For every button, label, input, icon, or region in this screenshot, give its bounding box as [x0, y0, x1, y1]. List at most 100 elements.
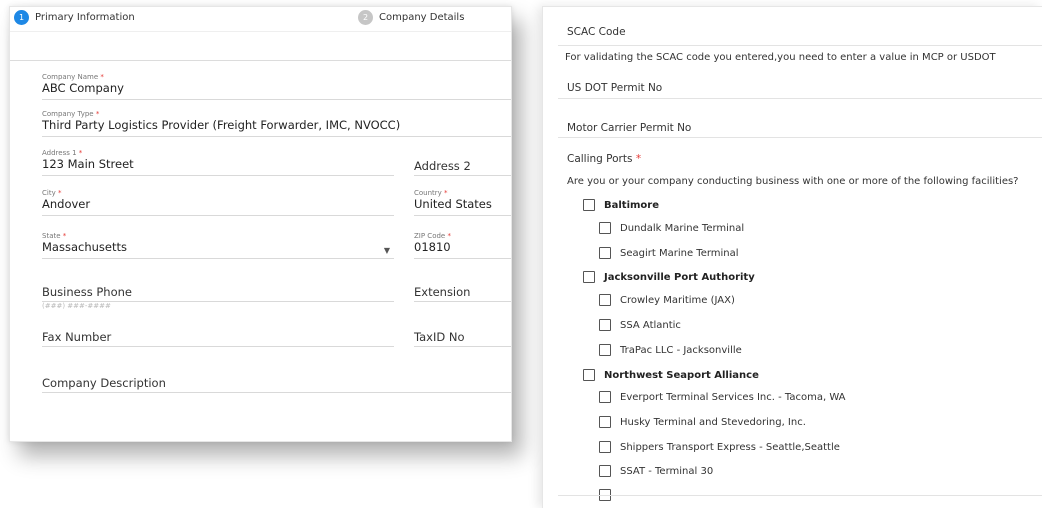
country-underline — [414, 215, 511, 216]
port-dundalk[interactable]: Dundalk Marine Terminal — [599, 222, 744, 234]
scac-code-underline — [558, 45, 1042, 46]
zip-code-underline — [414, 258, 511, 259]
group-label: Baltimore — [604, 199, 660, 211]
step-company-details[interactable]: 2 Company Details — [358, 10, 464, 25]
checkbox[interactable] — [599, 344, 611, 356]
required-mark: * — [444, 189, 448, 197]
zip-code-field[interactable]: ZIP Code * 01810 — [414, 232, 511, 260]
taxid-field[interactable]: TaxID No — [414, 330, 511, 348]
port-ssat-terminal-30[interactable]: SSAT - Terminal 30 — [599, 465, 713, 477]
port-shippers-transport[interactable]: Shippers Transport Express - Seattle,Sea… — [599, 441, 840, 453]
checkbox[interactable] — [583, 271, 595, 283]
calling-ports-label: Calling Ports * — [567, 153, 641, 165]
checkbox[interactable] — [599, 391, 611, 403]
state-select[interactable]: State * Massachusetts ▼ — [42, 232, 394, 260]
company-description-underline — [42, 392, 511, 393]
group-jacksonville[interactable]: Jacksonville Port Authority — [583, 271, 755, 283]
us-dot-permit-underline — [558, 98, 1042, 99]
address-1-field[interactable]: Address 1 * 123 Main Street — [42, 149, 394, 177]
step-2-label: Company Details — [379, 12, 465, 23]
extension-underline — [414, 301, 511, 302]
country-label: Country — [414, 189, 442, 197]
step-1-number: 1 — [14, 10, 29, 25]
business-phone-underline — [42, 301, 394, 302]
company-details-panel: SCAC Code For validating the SCAC code y… — [542, 6, 1042, 508]
port-label: Crowley Maritime (JAX) — [620, 294, 735, 306]
company-description-field[interactable]: Company Description — [42, 376, 511, 394]
stepper: 1 Primary Information 2 Company Details — [10, 7, 511, 32]
taxid-underline — [414, 346, 511, 347]
step-2-number: 2 — [358, 10, 373, 25]
business-phone-placeholder: Business Phone — [42, 285, 132, 299]
address-1-value: 123 Main Street — [42, 157, 134, 171]
company-description-placeholder: Company Description — [42, 376, 166, 390]
port-label: TraPac LLC - Jacksonville — [620, 344, 742, 356]
company-name-value: ABC Company — [42, 81, 124, 95]
checkbox[interactable] — [599, 416, 611, 428]
company-type-field[interactable]: Company Type * Third Party Logistics Pro… — [42, 110, 511, 138]
city-value: Andover — [42, 197, 91, 211]
company-name-label: Company Name — [42, 73, 99, 81]
address-1-underline — [42, 175, 394, 176]
required-mark: * — [100, 73, 104, 81]
company-type-value: Third Party Logistics Provider (Freight … — [42, 118, 401, 132]
company-type-label: Company Type — [42, 110, 94, 118]
port-husky[interactable]: Husky Terminal and Stevedoring, Inc. — [599, 416, 806, 428]
panel-bottom-divider — [558, 495, 1042, 496]
taxid-placeholder: TaxID No — [414, 330, 465, 344]
facilities-question: Are you or your company conducting busin… — [567, 176, 1019, 187]
group-label: Northwest Seaport Alliance — [604, 369, 759, 381]
checkbox[interactable] — [583, 199, 595, 211]
extension-field[interactable]: Extension — [414, 285, 511, 303]
checkbox[interactable] — [599, 441, 611, 453]
zip-code-value: 01810 — [414, 240, 451, 254]
checkbox[interactable] — [583, 369, 595, 381]
port-trapac[interactable]: TraPac LLC - Jacksonville — [599, 344, 742, 356]
fax-number-underline — [42, 346, 394, 347]
port-label: Shippers Transport Express - Seattle,Sea… — [620, 441, 840, 453]
address-2-underline — [414, 175, 511, 176]
address-2-field[interactable]: Address 2 — [414, 159, 511, 177]
caret-down-icon[interactable]: ▼ — [384, 246, 390, 255]
us-dot-permit-field[interactable]: US DOT Permit No — [567, 82, 662, 94]
company-name-field[interactable]: Company Name * ABC Company — [42, 73, 511, 101]
port-crowley[interactable]: Crowley Maritime (JAX) — [599, 294, 735, 306]
motor-carrier-permit-field[interactable]: Motor Carrier Permit No — [567, 122, 691, 134]
checkbox[interactable] — [599, 294, 611, 306]
state-value: Massachusetts — [42, 240, 127, 254]
group-label: Jacksonville Port Authority — [604, 271, 755, 283]
port-label: SSAT - Terminal 30 — [620, 465, 714, 477]
country-field[interactable]: Country * United States — [414, 189, 511, 217]
step-1-label: Primary Information — [35, 12, 135, 23]
state-underline — [42, 258, 394, 259]
checkbox[interactable] — [599, 465, 611, 477]
required-mark: * — [447, 232, 451, 240]
port-ssa-atlantic[interactable]: SSA Atlantic — [599, 319, 681, 331]
primary-information-form: 1 Primary Information 2 Company Details … — [9, 6, 512, 442]
port-label: Everport Terminal Services Inc. - Tacoma… — [620, 391, 846, 403]
city-label: City — [42, 189, 56, 197]
group-northwest-seaport[interactable]: Northwest Seaport Alliance — [583, 369, 759, 381]
port-label: Husky Terminal and Stevedoring, Inc. — [620, 416, 806, 428]
port-seagirt[interactable]: Seagirt Marine Terminal — [599, 247, 739, 259]
step-primary-information[interactable]: 1 Primary Information — [14, 10, 135, 25]
fax-number-field[interactable]: Fax Number — [42, 330, 394, 348]
required-mark: * — [62, 232, 67, 240]
scac-code-field[interactable]: SCAC Code — [567, 26, 626, 38]
business-phone-format-hint: (###) ###-#### — [42, 302, 111, 310]
port-everport[interactable]: Everport Terminal Services Inc. - Tacoma… — [599, 391, 846, 403]
checkbox[interactable] — [599, 222, 611, 234]
company-type-underline — [42, 136, 511, 137]
port-label: SSA Atlantic — [620, 319, 681, 331]
business-phone-field[interactable]: Business Phone (###) ###-#### — [42, 285, 394, 313]
group-baltimore[interactable]: Baltimore — [583, 199, 659, 211]
port-label: Seagirt Marine Terminal — [620, 247, 739, 259]
required-mark: * — [78, 149, 83, 157]
stepper-divider — [10, 31, 511, 32]
checkbox[interactable] — [599, 319, 611, 331]
required-mark: * — [635, 153, 642, 165]
required-mark: * — [57, 189, 62, 197]
company-name-underline — [42, 99, 511, 100]
checkbox[interactable] — [599, 247, 611, 259]
city-field[interactable]: City * Andover — [42, 189, 394, 217]
